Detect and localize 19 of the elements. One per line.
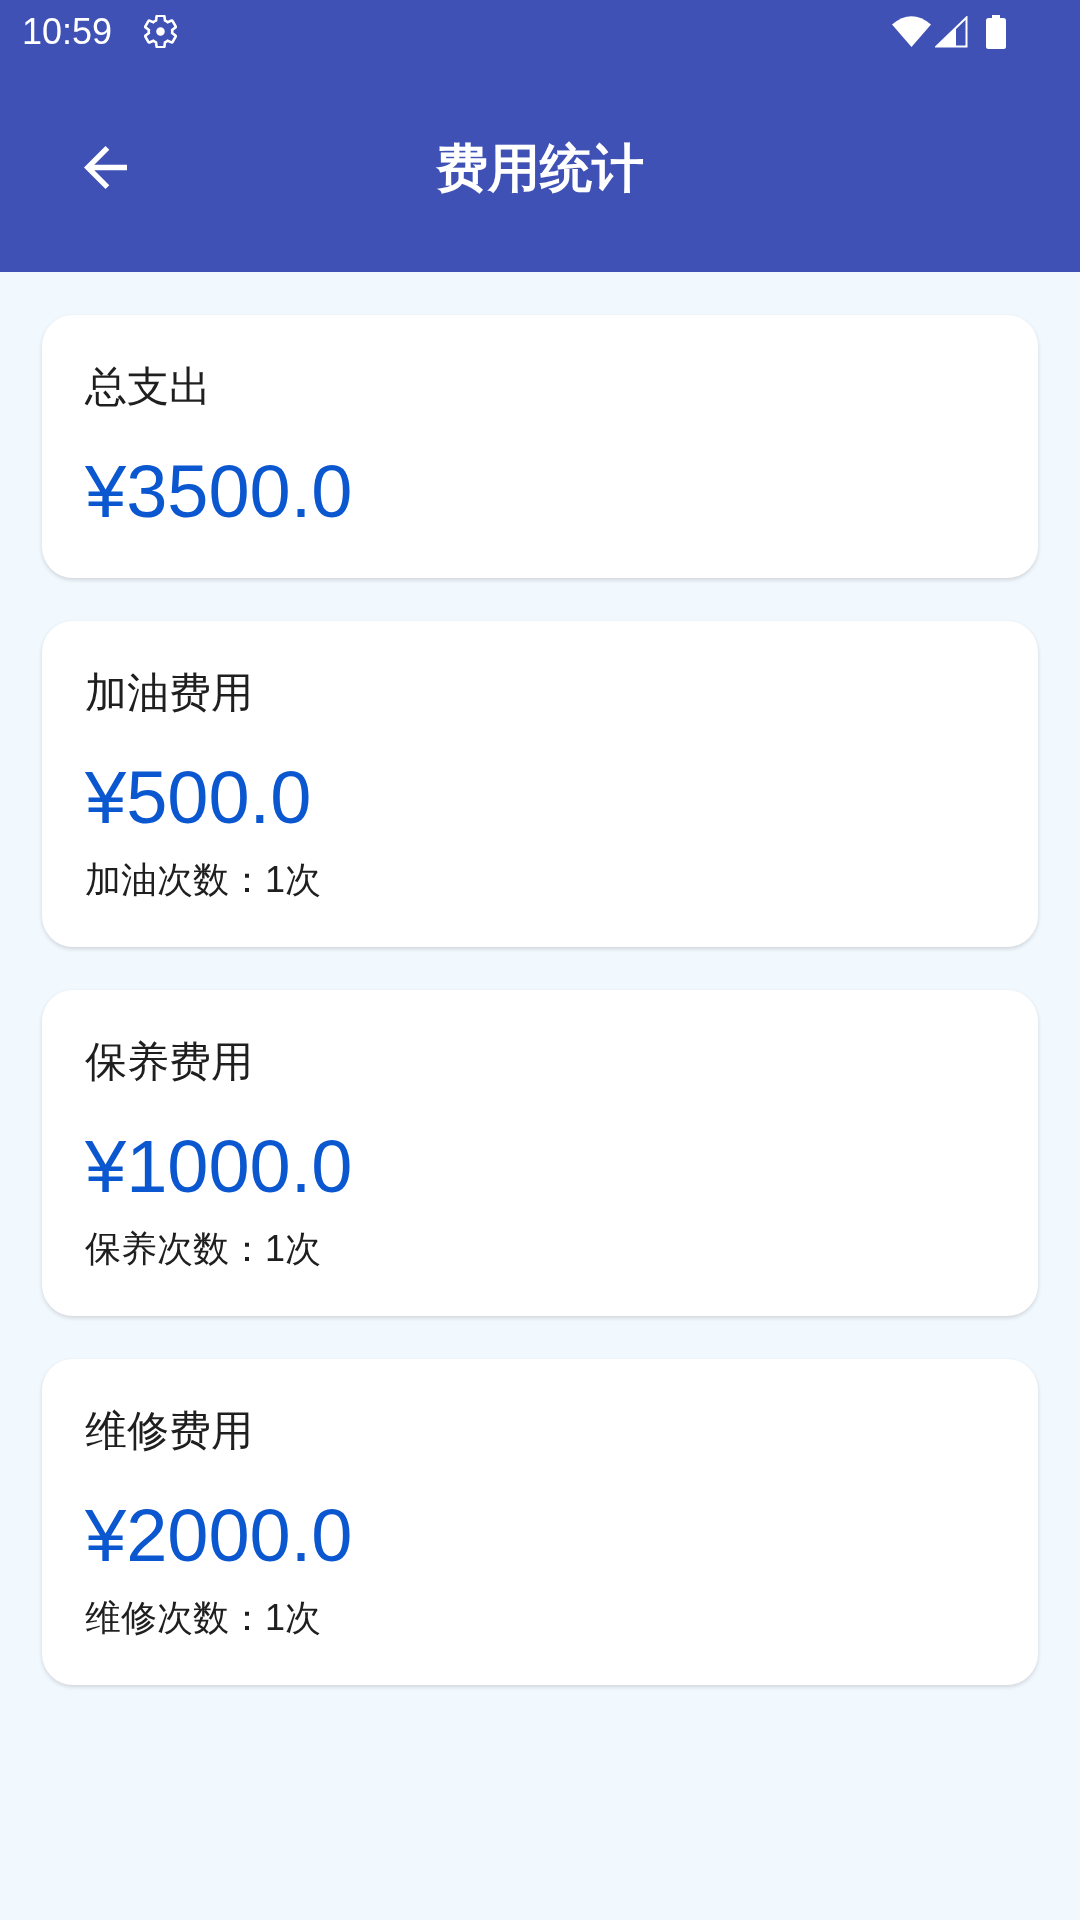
amount-value: ¥3500.0 bbox=[85, 449, 353, 535]
signal-icon bbox=[935, 15, 968, 48]
count-text: 加油次数：1次 bbox=[85, 858, 322, 902]
amount-value: ¥1000.0 bbox=[85, 1124, 353, 1210]
card-title: 总支出 bbox=[85, 362, 211, 412]
amount-value: ¥2000.0 bbox=[85, 1493, 353, 1579]
battery-icon bbox=[986, 14, 1006, 49]
card-title: 保养费用 bbox=[85, 1037, 253, 1087]
count-text: 维修次数：1次 bbox=[85, 1596, 322, 1640]
wifi-icon bbox=[892, 16, 931, 47]
card-title: 加油费用 bbox=[85, 668, 253, 718]
settings-icon bbox=[144, 15, 178, 48]
count-text: 保养次数：1次 bbox=[85, 1227, 322, 1271]
page-title: 费用统计 bbox=[436, 137, 644, 199]
card-title: 维修费用 bbox=[85, 1406, 253, 1456]
arrow-left-icon bbox=[84, 146, 127, 189]
status-time: 10:59 bbox=[22, 13, 113, 50]
back-button[interactable] bbox=[84, 146, 127, 189]
amount-value: ¥500.0 bbox=[85, 755, 312, 841]
